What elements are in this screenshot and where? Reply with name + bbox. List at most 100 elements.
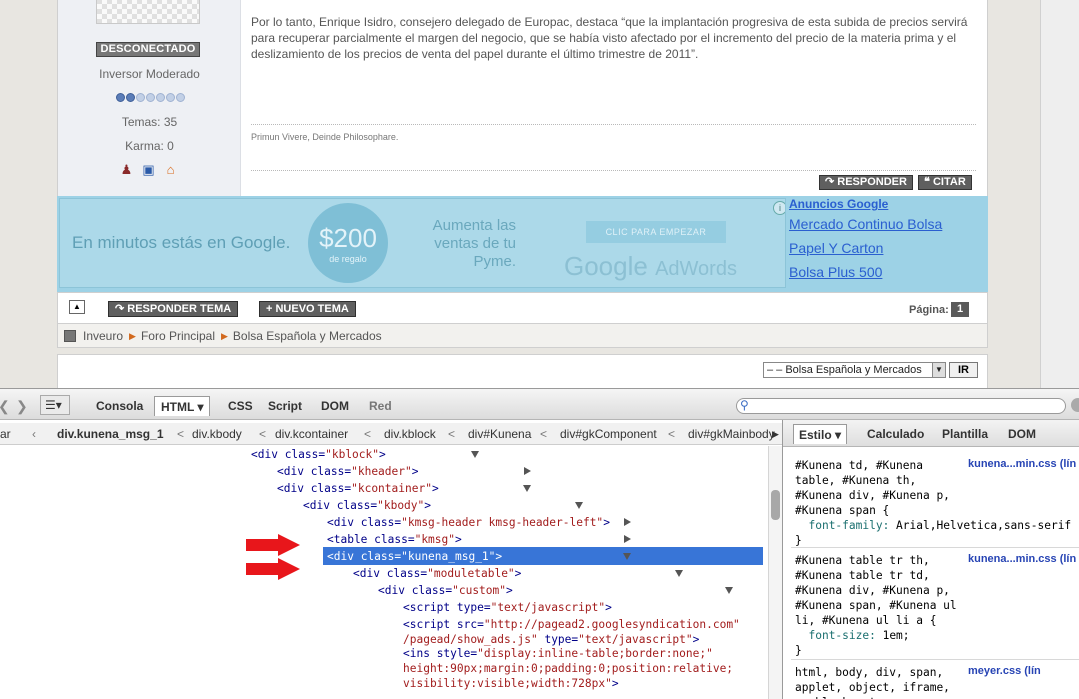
crumb-item[interactable]: div.kbody	[192, 427, 242, 441]
node-value: "moduletable"	[427, 567, 515, 580]
user-topics: Temas: 35	[121, 115, 178, 129]
tab-estilo[interactable]: Estilo ▾	[793, 424, 848, 444]
css-selector: html, body, div, span, applet, object, i…	[795, 666, 950, 699]
signature-divider	[251, 124, 976, 125]
css-source-link[interactable]: kunena...min.css (lín	[968, 553, 1076, 565]
tab-consola[interactable]: Consola	[90, 396, 149, 416]
node-tag-end: >	[506, 584, 513, 597]
html-node-div[interactable]: <div class="kbody">	[303, 497, 583, 514]
page-scrollbar[interactable]	[1040, 0, 1079, 388]
scroll-top-button[interactable]: ▲	[69, 300, 85, 314]
tab-red[interactable]: Red	[363, 396, 398, 416]
crumb-item[interactable]: div.kunena_msg_1	[57, 427, 164, 441]
breadcrumb-item[interactable]: Foro Principal	[141, 329, 215, 343]
tab-script[interactable]: Script	[262, 396, 308, 416]
ad-link[interactable]: Bolsa Plus 500	[789, 260, 942, 284]
crumb-item[interactable]: ar	[0, 427, 11, 441]
html-node-div[interactable]: <div class="custom">	[378, 582, 733, 599]
new-topic-button[interactable]: + NUEVO TEMA	[259, 301, 356, 317]
scrollbar-thumb[interactable]	[771, 490, 780, 520]
html-node-script[interactable]: <script type="text/javascript">	[403, 599, 612, 616]
css-rule[interactable]: #Kunena td, #Kunena table, #Kunena th, #…	[795, 458, 1071, 548]
crumb-item[interactable]: div#gkMainbody	[688, 427, 775, 441]
node-tag: <table	[327, 533, 375, 546]
gift-icon[interactable]: ▣	[140, 162, 157, 178]
reply-topic-button[interactable]: ↷ RESPONDER TEMA	[108, 301, 239, 317]
side-panel-tabs: Estilo ▾ Calculado Plantilla DOM	[783, 420, 1079, 447]
node-attr: class=	[336, 499, 378, 512]
tab-plantilla[interactable]: Plantilla	[937, 424, 993, 444]
close-icon[interactable]	[1071, 398, 1079, 412]
adwords-logo-text: AdWords	[655, 258, 737, 280]
css-source-link[interactable]: kunena...min.css (lín	[968, 458, 1076, 470]
forum-jump-select[interactable]: – – Bolsa Española y Mercados ▼	[763, 362, 946, 378]
menu-icon[interactable]: ☰▾	[40, 395, 70, 415]
node-tag-end: >	[411, 465, 419, 478]
css-value[interactable]: 1em;	[883, 629, 910, 642]
collapsed-twisty-icon[interactable]	[624, 518, 631, 526]
node-value: visibility:visible;width:728px"	[403, 677, 612, 690]
node-value: "kblock"	[325, 448, 379, 461]
expanded-twisty-icon[interactable]	[523, 485, 531, 492]
expanded-twisty-icon[interactable]	[623, 553, 631, 560]
html-breadcrumbs: ar ‹ div.kunena_msg_1 < div.kbody < div.…	[0, 423, 782, 445]
go-button[interactable]: IR	[949, 362, 978, 378]
css-property[interactable]: font-family:	[808, 519, 896, 532]
crumb-overflow-icon[interactable]: ▶	[772, 429, 779, 440]
collapsed-twisty-icon[interactable]	[624, 535, 631, 543]
back-icon[interactable]: ❮	[0, 398, 10, 415]
html-tree-scrollbar[interactable]	[768, 446, 782, 699]
tab-html[interactable]: HTML ▾	[154, 396, 211, 416]
ad-link[interactable]: Mercado Continuo Bolsa	[789, 212, 942, 236]
html-node-div[interactable]: <div class="kblock">	[251, 446, 479, 463]
collapsed-twisty-icon[interactable]	[524, 467, 531, 475]
user-profile-panel: DESCONECTADO Inversor Moderado Temas: 35…	[58, 0, 241, 196]
crumb-item[interactable]: div.kcontainer	[275, 427, 348, 441]
html-node-div[interactable]: <div class="kmsg-header kmsg-header-left…	[327, 514, 631, 531]
home-icon[interactable]: ⌂	[162, 162, 179, 178]
tab-calculado[interactable]: Calculado	[862, 424, 929, 444]
rank-dot	[116, 93, 125, 102]
crumb-item[interactable]: div.kblock	[384, 427, 436, 441]
tab-dom[interactable]: DOM	[315, 396, 355, 416]
css-value[interactable]: Arial,Helvetica,sans-serif	[896, 519, 1071, 532]
css-selector: #Kunena table tr th, #Kunena table tr td…	[795, 554, 957, 627]
tab-side-dom[interactable]: DOM	[1003, 424, 1041, 444]
avatar[interactable]	[96, 0, 200, 24]
page-number[interactable]: 1	[951, 302, 969, 317]
expanded-twisty-icon[interactable]	[725, 587, 733, 594]
node-tag: <div	[251, 448, 285, 461]
ad-cta-button[interactable]: CLIC PARA EMPEZAR	[586, 221, 726, 243]
html-node-div[interactable]: <div class="kheader">	[277, 463, 531, 480]
crumb-item[interactable]: div#Kunena	[468, 427, 531, 441]
ads-by-google-link[interactable]: Anuncios Google	[789, 196, 942, 212]
node-tag-end: >	[431, 482, 439, 495]
quote-button[interactable]: ❝ CITAR	[918, 175, 972, 190]
forward-icon[interactable]: ❯	[16, 398, 28, 415]
breadcrumb-item[interactable]: Bolsa Española y Mercados	[233, 329, 382, 343]
html-node-div[interactable]: <div class="kunena_msg_1">	[327, 548, 631, 565]
html-node-div[interactable]: <div class="kcontainer">	[277, 480, 531, 497]
breadcrumb-item[interactable]: Inveuro	[83, 329, 123, 343]
ad-link[interactable]: Papel Y Carton	[789, 236, 942, 260]
css-rule[interactable]: #Kunena table tr th, #Kunena table tr td…	[795, 553, 957, 658]
profile-icon[interactable]: ♟	[118, 162, 135, 178]
tab-css[interactable]: CSS	[222, 396, 259, 416]
css-rule[interactable]: html, body, div, span, applet, object, i…	[795, 665, 950, 699]
expanded-twisty-icon[interactable]	[675, 570, 683, 577]
crumb-separator: <	[364, 427, 372, 441]
ad-info-icon[interactable]: i	[773, 201, 785, 215]
reply-button[interactable]: ↷ RESPONDER	[819, 175, 913, 190]
html-node-div[interactable]: <div class="moduletable">	[353, 565, 683, 582]
expanded-twisty-icon[interactable]	[575, 502, 583, 509]
css-source-link[interactable]: meyer.css (lín	[968, 665, 1041, 677]
html-node-table[interactable]: <table class="kmsg">	[327, 531, 631, 548]
css-property[interactable]: font-size:	[808, 629, 882, 642]
adwords-banner[interactable]: En minutos estás en Google. $200 de rega…	[59, 198, 786, 288]
firebug-search-input[interactable]: ⚲	[736, 398, 1066, 414]
expanded-twisty-icon[interactable]	[471, 451, 479, 458]
crumb-separator: <	[177, 427, 185, 441]
crumb-item[interactable]: div#gkComponent	[560, 427, 657, 441]
forum-jump-bar: – – Bolsa Española y Mercados ▼ IR	[57, 354, 988, 388]
node-tag: <script	[403, 601, 457, 614]
